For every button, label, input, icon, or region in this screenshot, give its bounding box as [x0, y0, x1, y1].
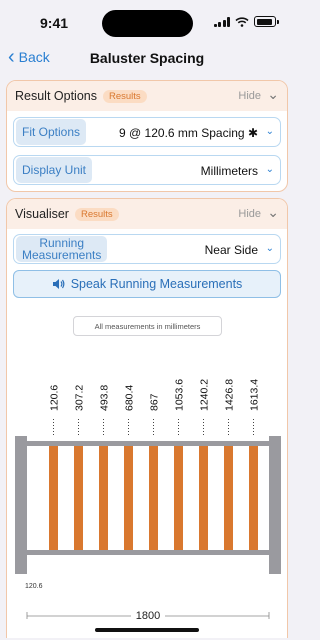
status-bar: 9:41 [0, 0, 294, 40]
gap-label: 120.6 [25, 583, 43, 590]
running-measurement-label: 493.8 [99, 385, 111, 411]
baluster [149, 446, 158, 550]
result-options-card: Result Options Results Hide ⌄ Fit Option… [6, 80, 288, 192]
fit-options-select[interactable]: Fit Options 9 @ 120.6 mm Spacing ✱ ⌄ [13, 117, 281, 147]
baluster [99, 446, 108, 550]
display-unit-select[interactable]: Display Unit Millimeters ⌄ [13, 155, 281, 185]
result-options-header[interactable]: Result Options Results Hide ⌄ [7, 81, 287, 111]
baluster [199, 446, 208, 550]
baluster [74, 446, 83, 550]
visualiser-card: Visualiser Results Hide ⌄ Running Measur… [6, 198, 288, 638]
running-measurement-label: 680.4 [124, 385, 136, 411]
running-measurement-label: 120.6 [49, 385, 61, 411]
chevron-down-icon[interactable]: ⌄ [267, 86, 279, 103]
chevron-down-icon: ⌄ [265, 126, 274, 137]
bottom-rail [27, 550, 269, 555]
total-length-label: 1800 [136, 610, 160, 619]
wifi-icon [235, 16, 249, 27]
right-post [269, 436, 281, 574]
nav-bar: ‹ Back Baluster Spacing [0, 40, 294, 76]
display-unit-value: Millimeters [200, 164, 258, 178]
fit-options-label: Fit Options [16, 119, 87, 145]
chevron-down-icon: ⌄ [265, 164, 274, 175]
status-icons [213, 16, 279, 27]
running-measurement-label: 1240.2 [199, 379, 211, 411]
baluster-diagram: 120.6 307.2 493.8 680.4 867 1053.6 1240.2 1426.… [15, 379, 281, 619]
result-options-title: Result Options [15, 89, 97, 103]
top-rail [27, 441, 269, 446]
running-measurement-label: 1613.4 [249, 379, 261, 411]
battery-icon [254, 16, 279, 27]
units-note: All measurements in millimeters [73, 316, 222, 336]
left-post [15, 436, 27, 574]
baluster [224, 446, 233, 550]
running-measurement-label: 307.2 [74, 385, 86, 411]
display-unit-label: Display Unit [16, 157, 93, 183]
running-measurement-label: 867 [149, 393, 161, 411]
dynamic-island [102, 10, 193, 37]
signal-icon [213, 16, 230, 27]
home-indicator [95, 628, 199, 632]
status-time: 9:41 [40, 15, 69, 31]
baluster [49, 446, 58, 550]
hide-button[interactable]: Hide [238, 90, 261, 102]
results-badge: Results [102, 89, 147, 103]
baluster [174, 446, 183, 550]
running-measurement-label: 1426.8 [224, 379, 236, 411]
running-measurement-label: 1053.6 [174, 379, 186, 411]
baluster [249, 446, 258, 550]
fit-options-value: 9 @ 120.6 mm Spacing ✱ [119, 126, 258, 140]
page-title: Baluster Spacing [89, 50, 205, 66]
baluster [124, 446, 133, 550]
